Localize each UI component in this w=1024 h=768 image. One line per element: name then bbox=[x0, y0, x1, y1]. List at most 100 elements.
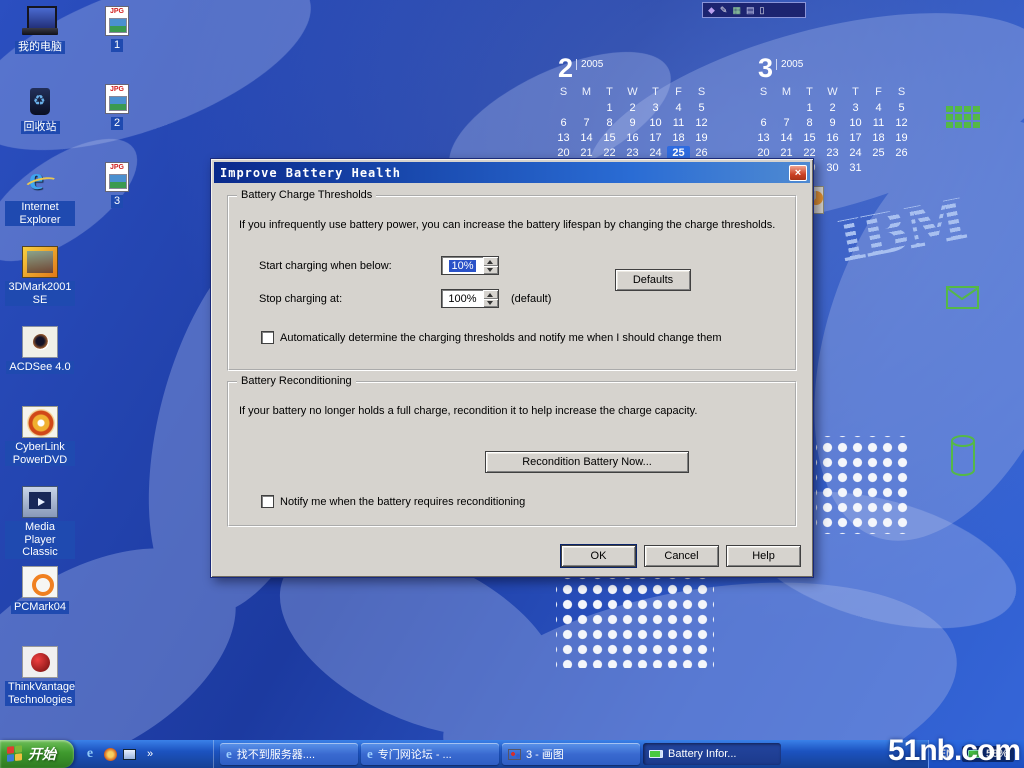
file-icon-column: 1 2 3 bbox=[86, 6, 148, 232]
desktop-icon[interactable]: Media Player Classic bbox=[4, 486, 76, 561]
taskbar-task[interactable]: e找不到服务器.... bbox=[220, 743, 358, 765]
spinner-value[interactable]: 100% bbox=[442, 290, 483, 307]
windows-flag-icon bbox=[7, 745, 23, 763]
calendar-day: 8 bbox=[598, 116, 621, 130]
51nb-watermark: 51nb.com bbox=[888, 734, 1020, 768]
spinner-value[interactable]: 10% bbox=[442, 257, 483, 274]
desktop-icon[interactable]: ThinkVantage Technologies bbox=[4, 646, 76, 721]
desktop-icon-label: Internet Explorer bbox=[5, 201, 75, 226]
chevron-icon[interactable]: » bbox=[142, 746, 158, 762]
desktop-icon-label: Media Player Classic bbox=[5, 521, 75, 559]
desktop-icon[interactable]: Internet Explorer bbox=[4, 166, 76, 241]
taskbar-task[interactable]: Battery Infor... bbox=[643, 743, 781, 765]
improve-battery-health-dialog: Improve Battery Health × Battery Charge … bbox=[210, 158, 814, 578]
thinkvantage-icon bbox=[22, 646, 58, 678]
presentation-icon[interactable]: ▦ bbox=[732, 6, 741, 15]
desktop-icon-label: 3DMark2001 SE bbox=[5, 281, 75, 306]
calendar-day: 3 bbox=[844, 101, 867, 115]
group-title: Battery Charge Thresholds bbox=[237, 189, 376, 201]
calendar-day: 6 bbox=[552, 116, 575, 130]
start-charging-spinner[interactable]: 10% bbox=[441, 256, 499, 275]
calendar-day: 17 bbox=[644, 131, 667, 145]
desktop-icon-label: 我的电脑 bbox=[15, 41, 65, 54]
calendar-month: 3 bbox=[758, 55, 773, 82]
jpg-file-icon bbox=[105, 84, 129, 114]
cancel-button[interactable]: Cancel bbox=[644, 545, 719, 567]
calendar-day-header: T bbox=[844, 86, 867, 100]
calendar-day-header: S bbox=[552, 86, 575, 100]
calendar-day-header: T bbox=[798, 86, 821, 100]
start-charging-label: Start charging when below: bbox=[259, 260, 392, 272]
task-button-area: e找不到服务器....e专门网论坛 - ...3 - 画图Battery Inf… bbox=[214, 743, 781, 765]
my-computer-icon bbox=[22, 6, 58, 38]
calendar-day: 15 bbox=[598, 131, 621, 145]
dialog-titlebar[interactable]: Improve Battery Health × bbox=[214, 162, 810, 183]
calendar-day-header: S bbox=[890, 86, 913, 100]
desktop-icon[interactable]: ACDSee 4.0 bbox=[4, 326, 76, 401]
calendar-day: 10 bbox=[644, 116, 667, 130]
file-icon[interactable]: 1 bbox=[86, 6, 148, 76]
desktop-icon[interactable]: PCMark04 bbox=[4, 566, 76, 641]
calendar-day: 9 bbox=[821, 116, 844, 130]
defaults-button[interactable]: Defaults bbox=[615, 269, 691, 291]
calendar-day bbox=[552, 101, 575, 115]
spinner-value-text: 10% bbox=[449, 260, 475, 272]
show-desktop-icon[interactable] bbox=[123, 749, 136, 760]
file-icon[interactable]: 2 bbox=[86, 84, 148, 154]
spinner-value-text: 100% bbox=[448, 293, 476, 305]
internet-explorer-icon[interactable]: e bbox=[82, 746, 98, 762]
jpg-file-icon bbox=[105, 6, 129, 36]
start-button[interactable]: 开始 bbox=[0, 740, 74, 768]
calendar-day-header: T bbox=[644, 86, 667, 100]
group-description: If your battery no longer holds a full c… bbox=[239, 405, 781, 417]
calendar-day: 8 bbox=[798, 116, 821, 130]
quick-launch-bar: e» bbox=[74, 740, 214, 768]
keyboard-icon[interactable]: ▤ bbox=[746, 6, 755, 15]
close-button[interactable]: × bbox=[789, 165, 807, 181]
auto-determine-checkbox[interactable] bbox=[261, 331, 274, 344]
file-icon-label: 2 bbox=[111, 117, 123, 130]
spin-up-button[interactable] bbox=[483, 290, 498, 299]
calendar-day: 1 bbox=[798, 101, 821, 115]
internet-explorer-icon: e bbox=[226, 746, 232, 762]
calendar-day: 16 bbox=[621, 131, 644, 145]
recondition-battery-button[interactable]: Recondition Battery Now... bbox=[485, 451, 689, 473]
desktop-icon[interactable]: 3DMark2001 SE bbox=[4, 246, 76, 321]
internet-explorer-icon: e bbox=[367, 746, 373, 762]
calendar-day: 13 bbox=[552, 131, 575, 145]
desktop-icon[interactable]: CyberLink PowerDVD bbox=[4, 406, 76, 481]
acdsee-icon bbox=[22, 326, 58, 358]
checkbox-label: Notify me when the battery requires reco… bbox=[280, 496, 525, 508]
file-icon[interactable]: 3 bbox=[86, 162, 148, 232]
calendar-day-header: T bbox=[598, 86, 621, 100]
desktop-icon[interactable]: 回收站 bbox=[4, 86, 76, 161]
calendar-day: 17 bbox=[844, 131, 867, 145]
desktop-icon-label: ThinkVantage Technologies bbox=[5, 681, 75, 706]
spin-down-button[interactable] bbox=[483, 299, 498, 308]
taskbar-task[interactable]: 3 - 画图 bbox=[502, 743, 640, 765]
stop-charging-spinner[interactable]: 100% bbox=[441, 289, 499, 308]
calendar-day-header: F bbox=[667, 86, 690, 100]
calendar-day-header: S bbox=[690, 86, 713, 100]
group-title: Battery Reconditioning bbox=[237, 375, 356, 387]
calendar-day: 2 bbox=[821, 101, 844, 115]
media-player-icon[interactable] bbox=[104, 748, 117, 761]
page-icon[interactable]: ▯ bbox=[760, 6, 765, 15]
calendar-day-header: F bbox=[867, 86, 890, 100]
calendar-day: 26 bbox=[890, 146, 913, 160]
wallpaper-dot-grid bbox=[556, 578, 714, 668]
pen-icon[interactable]: ✎ bbox=[720, 6, 728, 15]
access-connections-icon[interactable]: ◆ bbox=[708, 6, 715, 15]
notify-recondition-checkbox[interactable] bbox=[261, 495, 274, 508]
calendar-day: 25 bbox=[867, 146, 890, 160]
auto-determine-checkbox-row: Automatically determine the charging thr… bbox=[261, 331, 721, 344]
spin-up-button[interactable] bbox=[483, 257, 498, 266]
ok-button[interactable]: OK bbox=[561, 545, 636, 567]
help-button[interactable]: Help bbox=[726, 545, 801, 567]
desktop-icon[interactable]: 我的电脑 bbox=[4, 6, 76, 81]
calendar-day: 7 bbox=[575, 116, 598, 130]
default-note: (default) bbox=[511, 293, 551, 305]
spin-down-button[interactable] bbox=[483, 266, 498, 275]
calendar-day bbox=[867, 161, 890, 175]
taskbar-task[interactable]: e专门网论坛 - ... bbox=[361, 743, 499, 765]
